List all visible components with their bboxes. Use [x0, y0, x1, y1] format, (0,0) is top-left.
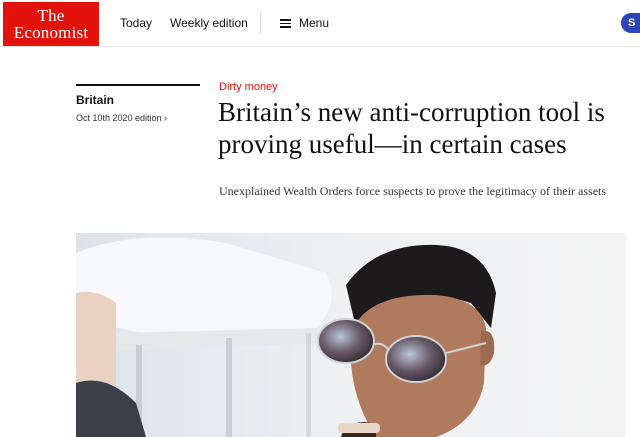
- section-name[interactable]: Britain: [76, 93, 114, 107]
- logo-line-1: The: [37, 6, 65, 25]
- site-header: The Economist Today Weekly edition Menu …: [0, 0, 640, 47]
- article-rubric: Dirty money: [219, 81, 278, 93]
- hamburger-icon: [280, 19, 291, 28]
- subscribe-button[interactable]: S: [621, 13, 640, 33]
- hero-image: [76, 233, 626, 437]
- edition-link[interactable]: Oct 10th 2020 edition ›: [76, 113, 167, 123]
- article-standfirst: Unexplained Wealth Orders force suspects…: [219, 184, 607, 198]
- economist-logo[interactable]: The Economist: [3, 2, 99, 46]
- section-rule: [76, 84, 200, 86]
- menu-button[interactable]: Menu: [280, 16, 329, 30]
- logo-line-2: Economist: [13, 23, 89, 42]
- nav-divider: [260, 12, 261, 34]
- article-headline: Britain’s new anti-corruption tool is pr…: [218, 97, 605, 159]
- nav-today-link[interactable]: Today: [120, 16, 152, 30]
- menu-label: Menu: [299, 16, 330, 30]
- nav-weekly-edition-link[interactable]: Weekly edition: [170, 16, 248, 30]
